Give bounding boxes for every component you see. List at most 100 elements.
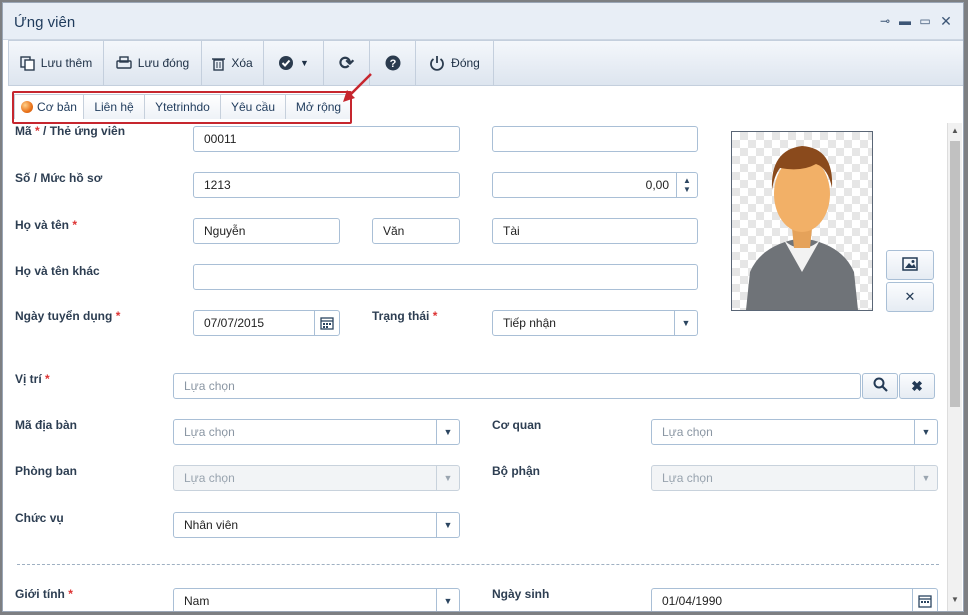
status-select[interactable]: Tiếp nhận ▼ xyxy=(492,310,698,336)
chevron-down-icon[interactable]: ▼ xyxy=(914,420,937,444)
job-title-value: Nhân viên xyxy=(184,518,239,532)
file-level-value: 0,00 xyxy=(645,178,669,192)
toolbar: Lưu thêm Lưu đóng Xóa ▼ ⟳ ? Đóng xyxy=(8,40,963,86)
required-mark: * xyxy=(72,218,78,232)
birth-date-label: Ngày sinh xyxy=(492,587,550,601)
required-mark: * xyxy=(68,587,73,601)
save-add-button[interactable]: Lưu thêm xyxy=(9,41,104,85)
remove-photo-button[interactable]: ✕ xyxy=(886,282,934,312)
gender-value: Nam xyxy=(184,594,210,608)
file-number-input[interactable]: 1213 xyxy=(193,172,460,198)
spin-up-icon[interactable]: ▲ xyxy=(683,176,691,185)
position-label-text: Vị trí xyxy=(15,372,42,386)
section-select[interactable]: Lựa chọn ▼ xyxy=(651,465,938,491)
name-label: Họ và tên * xyxy=(15,218,77,232)
department-label: Phòng ban xyxy=(15,464,77,478)
last-name-value: Nguyễn xyxy=(204,224,246,238)
middle-name-input[interactable]: Văn xyxy=(372,218,460,244)
code-label-rest: / Thẻ ứng viên xyxy=(39,124,126,138)
window-title: Ứng viên xyxy=(14,14,76,31)
candidate-card-input[interactable] xyxy=(492,126,698,152)
upload-photo-button[interactable] xyxy=(886,250,934,280)
candidate-window: Ứng viên ⊸ ▬ ▭ ✕ Lưu thêm Lưu đóng Xóa ▼… xyxy=(2,2,964,612)
hire-date-input[interactable]: 07/07/2015 xyxy=(193,310,340,336)
chevron-down-icon[interactable]: ▼ xyxy=(436,420,459,444)
code-value: 00011 xyxy=(204,132,237,146)
job-title-select[interactable]: Nhân viên ▼ xyxy=(173,512,460,538)
close-icon[interactable]: ✕ xyxy=(938,13,954,29)
scroll-up-icon[interactable]: ▲ xyxy=(950,126,960,136)
save-close-button[interactable]: Lưu đóng xyxy=(104,41,202,85)
required-mark: * xyxy=(115,309,121,323)
delete-label: Xóa xyxy=(231,56,253,70)
position-input[interactable]: Lựa chọn xyxy=(173,373,861,399)
trash-icon xyxy=(212,56,226,71)
close-button[interactable]: Đóng xyxy=(416,41,494,85)
last-name-input[interactable]: Nguyễn xyxy=(193,218,340,244)
spin-down-icon[interactable]: ▼ xyxy=(683,185,691,194)
tabs-highlight-box xyxy=(12,91,352,124)
pin-icon[interactable]: ⊸ xyxy=(877,13,893,29)
position-placeholder: Lựa chọn xyxy=(184,379,235,393)
code-label-text: Mã xyxy=(15,124,32,138)
code-input[interactable]: 00011 xyxy=(193,126,460,152)
close-label: Đóng xyxy=(451,56,480,70)
gender-label: Giới tính * xyxy=(15,587,73,601)
minimize-icon[interactable]: ▬ xyxy=(897,13,913,29)
maximize-icon[interactable]: ▭ xyxy=(917,13,933,29)
birth-date-value: 01/04/1990 xyxy=(662,594,723,608)
approve-dropdown-button[interactable]: ▼ xyxy=(264,41,324,85)
help-icon: ? xyxy=(385,55,401,71)
status-value: Tiếp nhận xyxy=(503,316,556,330)
calendar-icon[interactable] xyxy=(912,589,937,611)
name-label-text: Họ và tên xyxy=(15,218,70,232)
department-placeholder: Lựa chọn xyxy=(184,471,235,485)
power-icon xyxy=(429,55,445,71)
position-clear-button[interactable]: ✖ xyxy=(899,373,935,399)
avatar-image xyxy=(731,131,873,311)
area-placeholder: Lựa chọn xyxy=(184,425,235,439)
gender-label-text: Giới tính xyxy=(15,587,65,601)
scrollbar-thumb[interactable] xyxy=(950,141,960,407)
status-label-text: Trạng thái xyxy=(372,309,430,323)
area-label: Mã địa bàn xyxy=(15,418,78,432)
birth-date-input[interactable]: 01/04/1990 xyxy=(651,588,938,611)
help-button[interactable]: ? xyxy=(370,41,416,85)
section-divider xyxy=(17,564,939,565)
hire-date-label-text: Ngày tuyển dụng xyxy=(15,309,113,323)
file-label: Số / Mức hồ sơ xyxy=(15,171,103,185)
hire-date-value: 07/07/2015 xyxy=(204,316,265,330)
file-level-input[interactable]: 0,00 ▲ ▼ xyxy=(492,172,698,198)
save-close-label: Lưu đóng xyxy=(137,56,190,70)
middle-name-value: Văn xyxy=(383,224,405,238)
vertical-scrollbar[interactable]: ▲ ▼ xyxy=(947,123,962,611)
department-select[interactable]: Lựa chọn ▼ xyxy=(173,465,460,491)
check-circle-icon xyxy=(278,55,294,71)
chevron-down-icon: ▼ xyxy=(914,466,937,490)
copy-icon xyxy=(20,55,35,71)
chevron-down-icon[interactable]: ▼ xyxy=(436,589,459,611)
delete-button[interactable]: Xóa xyxy=(202,41,264,85)
chevron-down-icon: ▼ xyxy=(436,466,459,490)
svg-text:?: ? xyxy=(389,58,396,70)
chevron-down-icon: ▼ xyxy=(300,58,309,68)
gender-select[interactable]: Nam ▼ xyxy=(173,588,460,611)
other-name-input[interactable] xyxy=(193,264,698,290)
status-label: Trạng thái * xyxy=(372,309,437,323)
position-label: Vị trí * xyxy=(15,372,50,386)
calendar-icon[interactable] xyxy=(314,311,339,335)
required-mark: * xyxy=(45,372,50,386)
save-add-label: Lưu thêm xyxy=(40,56,93,70)
agency-select[interactable]: Lựa chọn ▼ xyxy=(651,419,938,445)
chevron-down-icon[interactable]: ▼ xyxy=(674,311,697,335)
clear-icon: ✖ xyxy=(911,377,923,394)
position-search-button[interactable] xyxy=(862,373,898,399)
first-name-input[interactable]: Tài xyxy=(492,218,698,244)
scroll-down-icon[interactable]: ▼ xyxy=(950,595,960,605)
area-select[interactable]: Lựa chọn ▼ xyxy=(173,419,460,445)
search-icon xyxy=(873,377,888,395)
chevron-down-icon[interactable]: ▼ xyxy=(436,513,459,537)
file-number-value: 1213 xyxy=(204,178,231,192)
other-name-label: Họ và tên khác xyxy=(15,264,100,278)
level-spinner[interactable]: ▲ ▼ xyxy=(676,173,697,197)
